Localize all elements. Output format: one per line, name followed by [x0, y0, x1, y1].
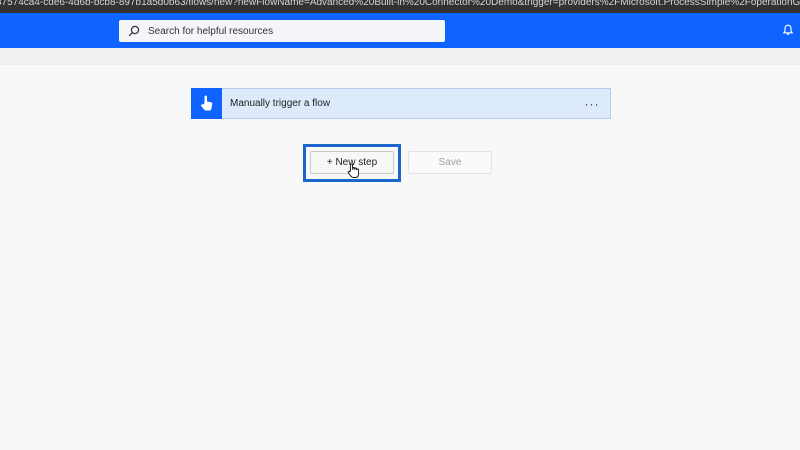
toolbar-strip [0, 48, 800, 65]
search-icon [128, 25, 140, 37]
save-button[interactable]: Save [408, 151, 492, 174]
search-placeholder: Search for helpful resources [148, 25, 274, 37]
touch-hand-icon [200, 95, 212, 111]
url-text: 37574ca4-cde6-4d6b-bcb8-897b1a5d0b63/flo… [0, 0, 800, 8]
app-header: Search for helpful resources [0, 13, 800, 48]
trigger-card[interactable]: Manually trigger a flow ··· [191, 87, 611, 119]
bell-icon[interactable] [782, 24, 794, 36]
browser-address-bar[interactable]: 37574ca4-cde6-4d6b-bcb8-897b1a5d0b63/flo… [0, 0, 800, 13]
search-box[interactable]: Search for helpful resources [119, 20, 445, 42]
more-options-icon[interactable]: ··· [580, 97, 604, 111]
trigger-title: Manually trigger a flow [230, 98, 331, 109]
trigger-icon-box [191, 87, 222, 119]
hand-pointer-icon [347, 163, 359, 178]
